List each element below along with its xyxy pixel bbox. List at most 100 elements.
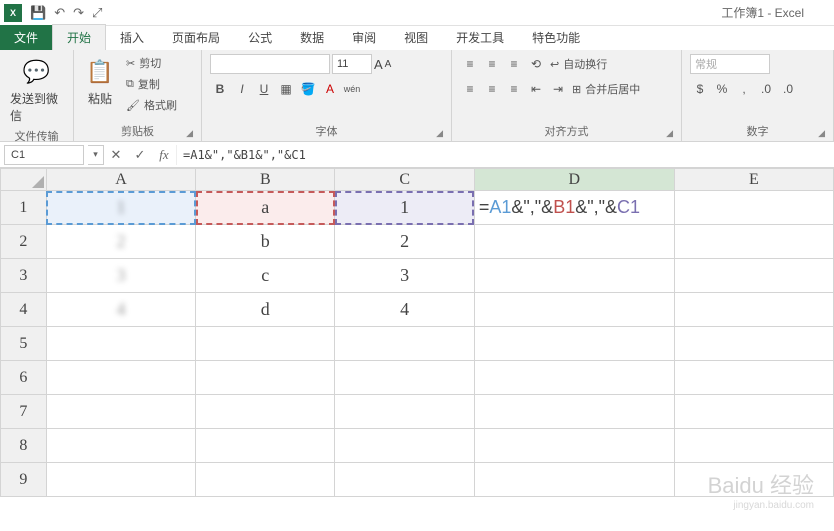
tab-view[interactable]: 视图: [390, 25, 442, 50]
cell-d2[interactable]: [474, 225, 674, 259]
cell[interactable]: [196, 429, 335, 463]
redo-icon[interactable]: ↷: [73, 5, 84, 21]
enter-formula-button[interactable]: ✓: [128, 145, 152, 165]
cell-e1[interactable]: [674, 191, 833, 225]
fill-color-button[interactable]: 🪣: [298, 79, 318, 99]
cell-a4[interactable]: 4: [46, 293, 195, 327]
insert-function-button[interactable]: fx: [152, 145, 176, 165]
cell-e3[interactable]: [674, 259, 833, 293]
number-format-select[interactable]: 常规: [690, 54, 770, 74]
orientation-icon[interactable]: ⟲: [526, 54, 546, 74]
tab-home[interactable]: 开始: [52, 24, 106, 50]
cell[interactable]: [674, 327, 833, 361]
col-header-a[interactable]: A: [46, 169, 195, 191]
tab-developer[interactable]: 开发工具: [442, 25, 518, 50]
increase-indent-icon[interactable]: ⇥: [548, 79, 568, 99]
cell-e4[interactable]: [674, 293, 833, 327]
align-right-icon[interactable]: ≡: [504, 79, 524, 99]
cell-d1-editing[interactable]: =A1&","&B1&","&C1: [474, 191, 674, 225]
tab-file[interactable]: 文件: [0, 25, 52, 50]
cell[interactable]: [474, 361, 674, 395]
decrease-indent-icon[interactable]: ⇤: [526, 79, 546, 99]
cell[interactable]: [196, 463, 335, 497]
col-header-b[interactable]: B: [196, 169, 335, 191]
cell[interactable]: [674, 395, 833, 429]
cell-d4[interactable]: [474, 293, 674, 327]
percent-icon[interactable]: %: [712, 79, 732, 99]
name-box[interactable]: C1: [4, 145, 84, 165]
cell-c3[interactable]: 3: [335, 259, 474, 293]
clipboard-launcher-icon[interactable]: ◢: [186, 128, 193, 139]
cell[interactable]: [474, 327, 674, 361]
cell[interactable]: [335, 463, 474, 497]
cell[interactable]: [46, 327, 195, 361]
font-color-button[interactable]: A: [320, 79, 340, 99]
cell[interactable]: [335, 361, 474, 395]
decrease-font-icon[interactable]: A: [385, 59, 392, 70]
decrease-decimal-icon[interactable]: .0: [778, 79, 798, 99]
cell[interactable]: [46, 395, 195, 429]
row-header-3[interactable]: 3: [1, 259, 47, 293]
tab-data[interactable]: 数据: [286, 25, 338, 50]
align-top-icon[interactable]: ≡: [460, 54, 480, 74]
paste-button[interactable]: 📋 粘贴: [82, 54, 118, 109]
cell[interactable]: [335, 395, 474, 429]
row-header-4[interactable]: 4: [1, 293, 47, 327]
font-name-select[interactable]: [210, 54, 330, 74]
align-bottom-icon[interactable]: ≡: [504, 54, 524, 74]
cell[interactable]: [474, 395, 674, 429]
select-all-corner[interactable]: [1, 169, 47, 191]
cell-a1[interactable]: 1: [46, 191, 195, 225]
col-header-e[interactable]: E: [674, 169, 833, 191]
row-header-2[interactable]: 2: [1, 225, 47, 259]
cell-c2[interactable]: 2: [335, 225, 474, 259]
row-header-6[interactable]: 6: [1, 361, 47, 395]
tab-special[interactable]: 特色功能: [518, 25, 594, 50]
touch-mode-icon[interactable]: ⤢: [92, 5, 102, 21]
number-launcher-icon[interactable]: ◢: [818, 128, 825, 139]
tab-insert[interactable]: 插入: [106, 25, 158, 50]
underline-button[interactable]: U: [254, 79, 274, 99]
undo-icon[interactable]: ↶: [54, 5, 65, 21]
row-header-5[interactable]: 5: [1, 327, 47, 361]
row-header-7[interactable]: 7: [1, 395, 47, 429]
phonetic-button[interactable]: wén: [342, 79, 362, 99]
cell[interactable]: [335, 429, 474, 463]
tab-formulas[interactable]: 公式: [234, 25, 286, 50]
save-icon[interactable]: 💾: [30, 5, 46, 21]
row-header-1[interactable]: 1: [1, 191, 47, 225]
cell[interactable]: [196, 361, 335, 395]
send-to-wechat-button[interactable]: 💬 发送到微信: [8, 54, 65, 126]
cell[interactable]: [196, 395, 335, 429]
cell[interactable]: [46, 361, 195, 395]
cut-button[interactable]: ✂剪切: [124, 54, 179, 72]
increase-decimal-icon[interactable]: .0: [756, 79, 776, 99]
cell-d3[interactable]: [474, 259, 674, 293]
cell[interactable]: [46, 463, 195, 497]
cell-c4[interactable]: 4: [335, 293, 474, 327]
font-launcher-icon[interactable]: ◢: [436, 128, 443, 139]
formula-input[interactable]: =A1&","&B1&","&C1: [176, 145, 834, 165]
spreadsheet-grid[interactable]: A B C D E 1 1 a 1 =A1&","&B1&","&C1 2 2 …: [0, 168, 834, 497]
tab-layout[interactable]: 页面布局: [158, 25, 234, 50]
cancel-formula-button[interactable]: ✕: [104, 145, 128, 165]
border-button[interactable]: ▦: [276, 79, 296, 99]
cell-b4[interactable]: d: [196, 293, 335, 327]
currency-icon[interactable]: $: [690, 79, 710, 99]
row-header-8[interactable]: 8: [1, 429, 47, 463]
cell-b3[interactable]: c: [196, 259, 335, 293]
align-launcher-icon[interactable]: ◢: [666, 128, 673, 139]
bold-button[interactable]: B: [210, 79, 230, 99]
merge-center-button[interactable]: ⊞合并后居中: [570, 80, 642, 98]
name-box-dropdown-icon[interactable]: ▾: [88, 145, 104, 165]
cell-a3[interactable]: 3: [46, 259, 195, 293]
cell[interactable]: [474, 429, 674, 463]
copy-button[interactable]: ⧉复制: [124, 75, 179, 93]
row-header-9[interactable]: 9: [1, 463, 47, 497]
col-header-c[interactable]: C: [335, 169, 474, 191]
cell-b2[interactable]: b: [196, 225, 335, 259]
tab-review[interactable]: 审阅: [338, 25, 390, 50]
wrap-text-button[interactable]: ↩自动换行: [548, 55, 609, 73]
format-painter-button[interactable]: 🖌格式刷: [124, 96, 179, 114]
cell[interactable]: [335, 327, 474, 361]
